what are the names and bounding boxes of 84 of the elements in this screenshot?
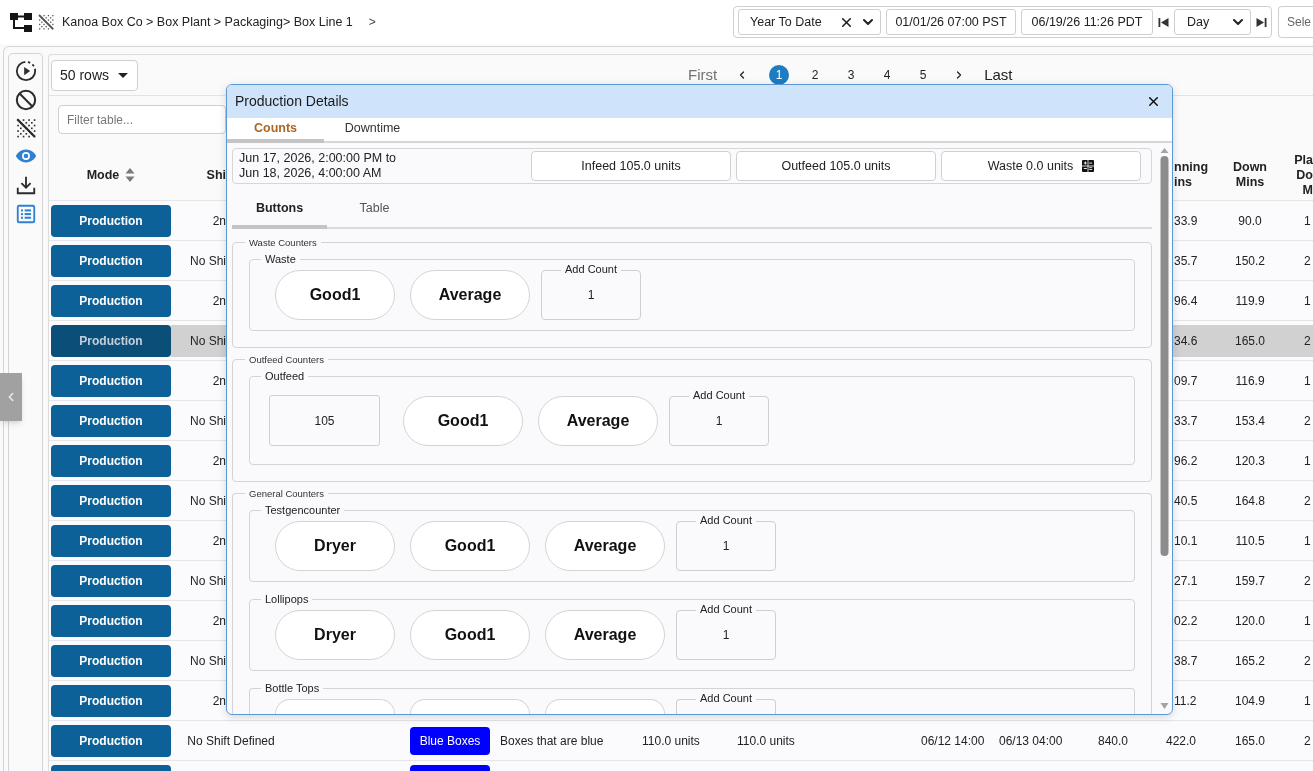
table-cell-text: 164.8 <box>1234 492 1266 510</box>
table-cell-text: 2 <box>1303 252 1312 270</box>
table-cell-text: 1 <box>1303 692 1312 710</box>
table-cell-text: 2n <box>211 612 226 630</box>
group-title: Testgencounter <box>261 504 345 517</box>
table-cell-text: 2n <box>211 452 226 470</box>
table-cell-text: 02.2 <box>1173 612 1199 630</box>
table-cell-text: 1 <box>1303 212 1312 230</box>
field-legend: Add Count <box>689 388 749 402</box>
table-cell-text: Boxes that are blue <box>500 732 604 750</box>
table-cell-text: 120.0 <box>1234 612 1266 630</box>
table-cell-text: No Shi <box>188 412 226 430</box>
table-cell-text: 06/12 14:00 <box>921 732 985 750</box>
table-cell-text: No Shi <box>188 652 226 670</box>
table-cell-text: 116.9 <box>1234 372 1266 390</box>
table-cell-text: No Shi <box>188 252 226 270</box>
table-cell-text: No Shi <box>188 492 226 510</box>
count-display-field: 105 <box>269 395 380 446</box>
table-cell-text: 2n <box>211 532 226 550</box>
table-cell-text: 09.7 <box>1173 372 1199 390</box>
table-cell: 2 <box>1285 324 1313 357</box>
table-cell-text: 90.0 <box>1237 212 1263 230</box>
table-cell-text: 2n <box>211 372 226 390</box>
table-cell-text: 119.9 <box>1234 292 1266 310</box>
column-header: Down Mins <box>1233 160 1267 190</box>
field-legend: Add Count <box>561 263 621 276</box>
table-cell-text: 35.7 <box>1173 252 1199 270</box>
table-cell-text: 96.2 <box>1173 452 1199 470</box>
table-cell-text: 165.0 <box>1235 732 1265 750</box>
group-title: Bottle Tops <box>261 682 324 695</box>
table-cell-text: 110.0 units <box>642 732 700 750</box>
table-cell-text: 11.2 <box>1173 692 1198 710</box>
table-cell-text: 10.1 <box>1173 532 1199 550</box>
table-cell-text: 96.4 <box>1173 292 1199 310</box>
table-cell-text: 1 <box>1303 292 1312 310</box>
table-cell-text: 2 <box>1304 732 1311 750</box>
table-cell-text: 27.1 <box>1173 572 1199 590</box>
date-range-text: Jun 17, 2026, 2:00:00 PM to Jun 18, 2026, 4:00:00 AM <box>239 151 398 181</box>
table-cell-text: 165.2 <box>1234 652 1266 670</box>
table-cell-text: 120.3 <box>1234 452 1266 470</box>
field-legend: Add Count <box>696 692 756 705</box>
table-cell-text: 38.7 <box>1173 652 1199 670</box>
table-cell-text: 110.5 <box>1234 532 1266 550</box>
table-cell: 165.0 <box>1215 324 1285 357</box>
table-cell-text: 422.0 <box>1166 732 1197 750</box>
table-cell-text: 153.4 <box>1234 412 1266 430</box>
table-cell-text: 159.7 <box>1234 572 1266 590</box>
column-header: Mode <box>86 167 120 183</box>
table-cell-text: 2 <box>1303 492 1312 510</box>
table-cell: No Shi <box>171 324 226 357</box>
field-legend: Add Count <box>696 603 756 616</box>
table-cell-text: 2n <box>211 292 226 310</box>
table-cell-text: No Shift Defined <box>187 732 275 750</box>
table-cell: 34.6 <box>1173 324 1215 357</box>
table-cell-text: 150.2 <box>1234 252 1266 270</box>
table-cell-text: 2 <box>1303 572 1312 590</box>
table-cell-text: 2n <box>211 692 226 710</box>
column-header: nning ins <box>1174 160 1208 190</box>
section-title: General Counters <box>245 488 328 499</box>
column-header: Pla Do M <box>1294 152 1313 198</box>
table-cell-text: 104.9 <box>1234 692 1266 710</box>
section-title: Waste Counters <box>245 237 321 248</box>
dialog-title: Production Details <box>235 92 349 111</box>
table-cell-text: 110.0 units <box>737 732 795 750</box>
table-cell-text: 2n <box>211 212 226 230</box>
table-cell-text: 06/13 04:00 <box>999 732 1063 750</box>
table-cell-text: 1 <box>1303 612 1312 630</box>
table-cell-text: No Shi <box>188 572 226 590</box>
table-cell-text: 1 <box>1303 452 1312 470</box>
table-cell-text: 33.9 <box>1173 212 1199 230</box>
table-cell-text: 1 <box>1303 372 1312 390</box>
group-title: Waste <box>261 253 300 266</box>
table-cell-text: 40.5 <box>1173 492 1199 510</box>
table-cell-text: 840.0 <box>1098 732 1129 750</box>
product-tag: Blue Boxes <box>410 726 490 755</box>
group-title: Outfeed <box>261 370 309 383</box>
field-legend: Add Count <box>696 514 756 527</box>
table-cell-text: 2 <box>1303 652 1312 670</box>
group-title: Lollipops <box>261 593 313 606</box>
column-header: Shi <box>206 167 226 183</box>
table-cell-text: 2 <box>1303 412 1312 430</box>
section-title: Outfeed Counters <box>245 354 328 365</box>
table-cell-text: 33.7 <box>1173 412 1199 430</box>
table-cell-text: 1 <box>1303 532 1312 550</box>
